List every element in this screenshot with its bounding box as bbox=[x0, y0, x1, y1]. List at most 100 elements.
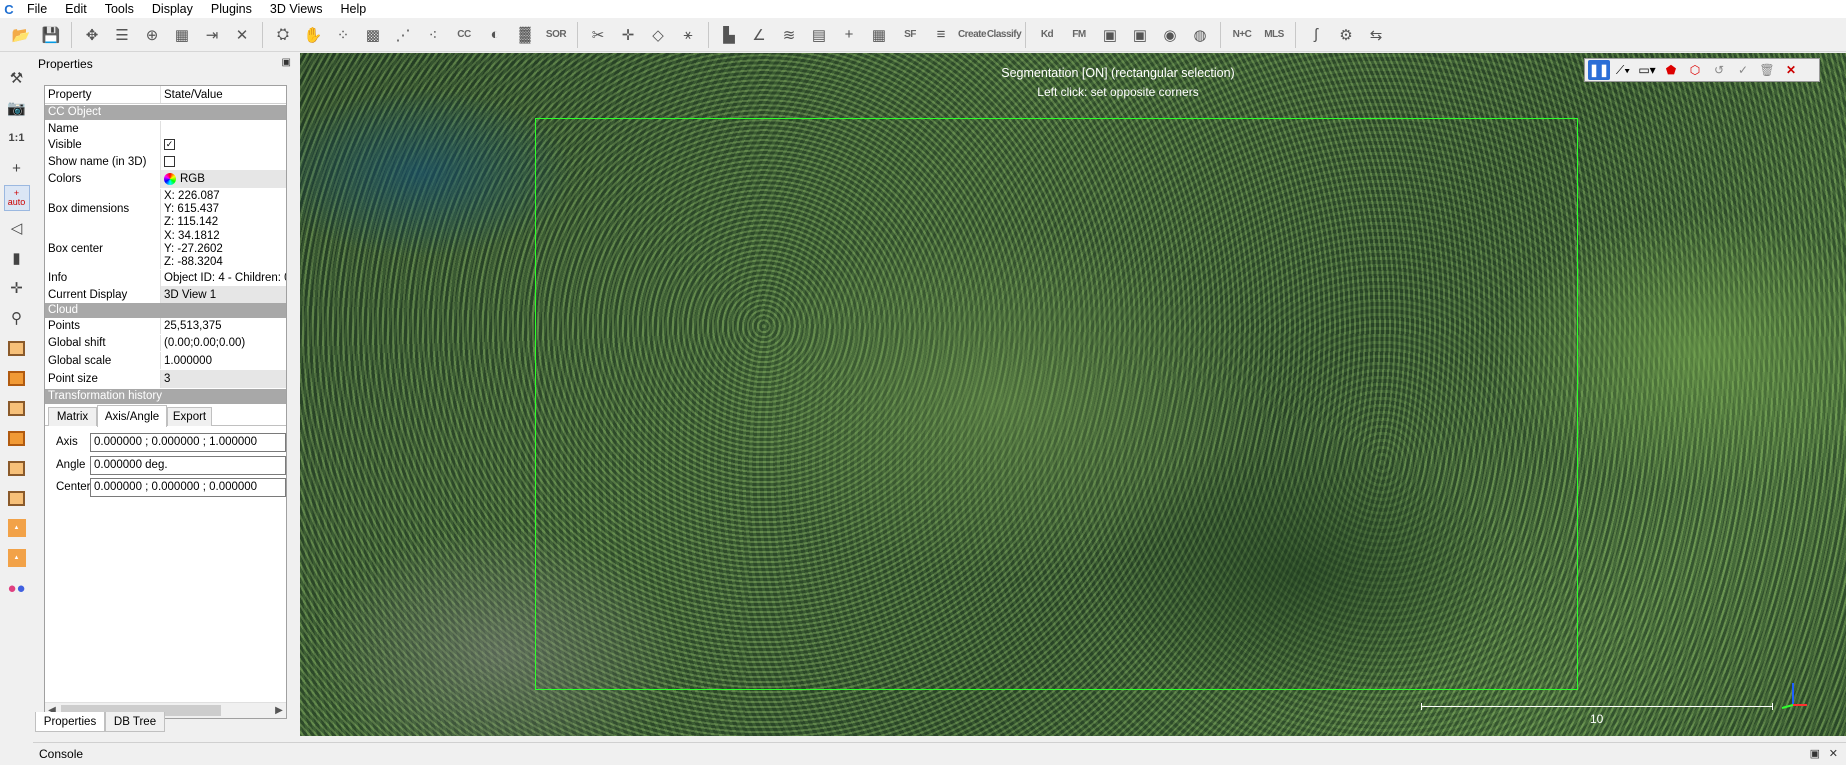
tab-matrix[interactable]: Matrix bbox=[48, 407, 97, 426]
section-transformation-history: Transformation history bbox=[45, 389, 286, 404]
merge-icon[interactable]: ⊕ bbox=[139, 22, 165, 48]
nc-button[interactable]: N+C bbox=[1228, 22, 1256, 48]
menu-display[interactable]: Display bbox=[143, 0, 202, 18]
fm-button[interactable]: FM bbox=[1065, 22, 1093, 48]
tool-i-icon[interactable]: ✂ bbox=[585, 22, 611, 48]
view-bottom-icon[interactable] bbox=[4, 455, 30, 481]
menu-tools[interactable]: Tools bbox=[96, 0, 143, 18]
3d-view[interactable]: Segmentation [ON] (rectangular selection… bbox=[300, 53, 1846, 736]
kd-button[interactable]: Kd bbox=[1033, 22, 1061, 48]
zoom-1-1-icon[interactable]: 1:1 bbox=[4, 125, 30, 151]
point-size-spinbox[interactable]: 3 bbox=[161, 370, 286, 388]
mls-button[interactable]: MLS bbox=[1260, 22, 1288, 48]
menu-edit[interactable]: Edit bbox=[56, 0, 96, 18]
curve-icon[interactable]: ∠ bbox=[746, 22, 772, 48]
crosshair-icon[interactable]: + bbox=[4, 155, 30, 181]
float-icon[interactable]: ▣ bbox=[282, 57, 291, 68]
tool-m-icon[interactable]: ≡ bbox=[928, 22, 954, 48]
colors-select[interactable]: RGB bbox=[161, 170, 286, 188]
view-right-icon[interactable] bbox=[4, 425, 30, 451]
view-top-icon[interactable] bbox=[4, 335, 30, 361]
translate-icon[interactable]: ✛ bbox=[615, 22, 641, 48]
menu-help[interactable]: Help bbox=[331, 0, 375, 18]
view-back-iso-icon[interactable]: ▲ bbox=[4, 545, 30, 571]
clone-icon[interactable]: ✥ bbox=[79, 22, 105, 48]
value-name[interactable] bbox=[161, 121, 286, 136]
sphere-icon[interactable]: ◉ bbox=[1157, 22, 1183, 48]
tab-db-tree[interactable]: DB Tree bbox=[105, 712, 165, 732]
tool-a-icon[interactable]: ⛭ bbox=[270, 22, 296, 48]
stereo-icon[interactable]: ● ● bbox=[4, 575, 30, 601]
cc-button[interactable]: CC bbox=[450, 22, 478, 48]
tool-q-icon[interactable]: ⚙ bbox=[1333, 22, 1359, 48]
view-left-icon[interactable] bbox=[4, 395, 30, 421]
delete-icon[interactable]: ✕ bbox=[229, 22, 255, 48]
angle-field[interactable]: 0.000000 deg. bbox=[90, 455, 286, 475]
save-icon[interactable]: 💾 bbox=[38, 22, 64, 48]
list-icon[interactable]: ☰ bbox=[109, 22, 135, 48]
add-icon[interactable]: + bbox=[836, 22, 862, 48]
menu-3d-views[interactable]: 3D Views bbox=[261, 0, 332, 18]
open-icon[interactable]: 📂 bbox=[8, 22, 34, 48]
tool-f-icon[interactable]: ⁖ bbox=[420, 22, 446, 48]
tool-r-icon[interactable]: ⇆ bbox=[1363, 22, 1389, 48]
camera-icon[interactable]: 📷 bbox=[4, 95, 30, 121]
label-global-shift: Global shift bbox=[45, 335, 161, 351]
console-close-icon[interactable]: ✕ bbox=[1829, 747, 1838, 760]
perspective-icon[interactable]: ◁ bbox=[4, 215, 30, 241]
sf-button[interactable]: SF bbox=[896, 22, 924, 48]
tool-e-icon[interactable]: ⋰ bbox=[390, 22, 416, 48]
wrench-icon[interactable]: ⚒ bbox=[4, 65, 30, 91]
tool-o-icon[interactable]: ▣ bbox=[1127, 22, 1153, 48]
export-icon[interactable]: ⇥ bbox=[199, 22, 225, 48]
menu-plugins[interactable]: Plugins bbox=[202, 0, 261, 18]
console-float-icon[interactable]: ▣ bbox=[1810, 747, 1820, 760]
view-cube-icon[interactable]: ▮ bbox=[4, 245, 30, 271]
tool-p-icon[interactable]: ʃ bbox=[1303, 22, 1329, 48]
globe-icon[interactable]: ◍ bbox=[1187, 22, 1213, 48]
rect-select-icon[interactable]: ▭▾ bbox=[1636, 60, 1658, 80]
segment-in-icon[interactable]: ⬟ bbox=[1660, 60, 1682, 80]
canupo-create-button[interactable]: Create bbox=[958, 22, 987, 48]
center-field[interactable]: 0.000000 ; 0.000000 ; 0.000000 bbox=[90, 477, 286, 497]
reset-icon[interactable]: ↺ bbox=[1708, 60, 1730, 80]
pan-icon[interactable]: ✛ bbox=[4, 275, 30, 301]
pause-icon[interactable]: ❚❚ bbox=[1588, 60, 1610, 80]
tool-c-icon[interactable]: ⁘ bbox=[330, 22, 356, 48]
rgb-icon bbox=[164, 173, 176, 185]
tool-n-icon[interactable]: ▣ bbox=[1097, 22, 1123, 48]
plane-icon[interactable]: ◇ bbox=[645, 22, 671, 48]
visible-checkbox[interactable]: ✓ bbox=[164, 139, 175, 150]
confirm-delete-icon[interactable]: 🗑 bbox=[1756, 60, 1778, 80]
tab-axis-angle[interactable]: Axis/Angle bbox=[97, 405, 167, 427]
current-display-select[interactable]: 3D View 1 bbox=[161, 286, 286, 303]
show-name-checkbox[interactable] bbox=[164, 156, 175, 167]
histogram-icon[interactable]: ▙ bbox=[716, 22, 742, 48]
sor-button[interactable]: SOR bbox=[542, 22, 570, 48]
auto-pivot-icon[interactable]: + auto bbox=[3, 185, 30, 211]
subsample-icon[interactable]: ▦ bbox=[169, 22, 195, 48]
tool-j-icon[interactable]: ⚹ bbox=[675, 22, 701, 48]
confirm-icon[interactable]: ✓ bbox=[1732, 60, 1754, 80]
tool-l-icon[interactable]: ▤ bbox=[806, 22, 832, 48]
properties-table: Property State/Value CC Object Name Visi… bbox=[44, 85, 287, 719]
view-iso-icon[interactable] bbox=[4, 485, 30, 511]
calculator-icon[interactable]: ▦ bbox=[866, 22, 892, 48]
polyline-mode-icon[interactable]: ⟋▾ bbox=[1612, 60, 1634, 80]
axis-field[interactable]: 0.000000 ; 0.000000 ; 1.000000 bbox=[90, 432, 286, 452]
tab-export[interactable]: Export bbox=[167, 407, 212, 426]
tool-d-icon[interactable]: ▩ bbox=[360, 22, 386, 48]
tool-g-icon[interactable]: ◐ bbox=[482, 22, 508, 48]
segment-out-icon[interactable]: ⬡ bbox=[1684, 60, 1706, 80]
view-front-icon[interactable] bbox=[4, 365, 30, 391]
menu-bar: C File Edit Tools Display Plugins 3D Vie… bbox=[0, 0, 1846, 18]
tool-h-icon[interactable]: ▓ bbox=[512, 22, 538, 48]
close-icon[interactable]: ✕ bbox=[1780, 60, 1802, 80]
canupo-classify-button[interactable]: Classify bbox=[987, 22, 1022, 48]
tool-b-icon[interactable]: ✋ bbox=[300, 22, 326, 48]
view-front-iso-icon[interactable]: ▲ bbox=[4, 515, 30, 541]
menu-file[interactable]: File bbox=[18, 0, 56, 18]
zoom-icon[interactable]: ⚲ bbox=[4, 305, 30, 331]
tool-k-icon[interactable]: ≋ bbox=[776, 22, 802, 48]
tab-properties[interactable]: Properties bbox=[35, 712, 105, 732]
